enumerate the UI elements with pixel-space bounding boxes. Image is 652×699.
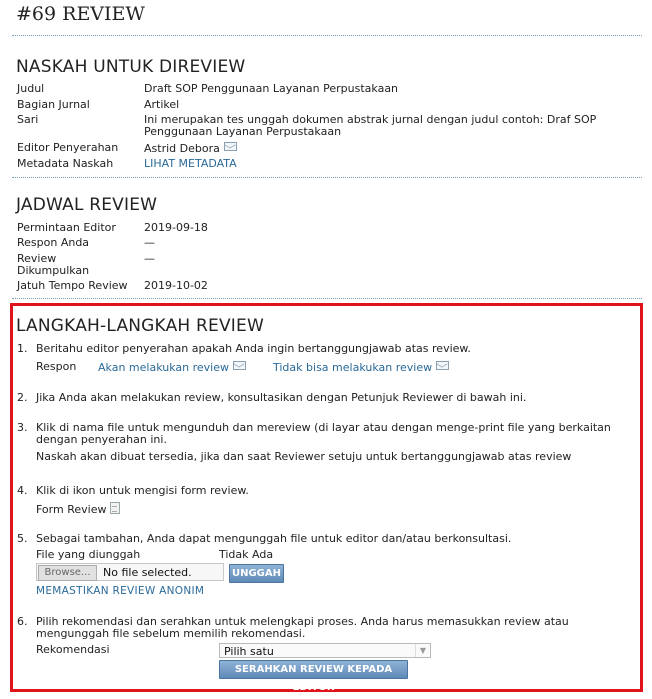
select-value: Pilih satu (224, 645, 274, 658)
ensure-anonymous-review-link[interactable]: MEMASTIKAN REVIEW ANONIM (36, 585, 204, 597)
value-bagian-jurnal: Artikel (144, 98, 180, 111)
decline-review-link-wrap: Tidak bisa melakukan review (273, 361, 450, 374)
document-icon[interactable] (110, 502, 121, 514)
email-icon[interactable] (232, 361, 246, 370)
value-sari: Ini merupakan tes unggah dokumen abstrak… (144, 113, 597, 138)
label-respon-anda: Respon Anda (17, 236, 90, 249)
step-text: Beritahu editor penyerahan apakah Anda i… (36, 342, 471, 355)
form-review-label: Form Review (36, 503, 107, 516)
step-number: 2. (17, 391, 28, 404)
step-3-note: Naskah akan dibuat tersedia, jika dan sa… (36, 450, 572, 463)
email-icon[interactable] (223, 142, 237, 151)
uploaded-file-value: Tidak Ada (219, 548, 274, 561)
accept-review-link[interactable]: Akan melakukan review (98, 361, 229, 374)
step-number: 1. (17, 342, 28, 355)
form-review-wrap: Form Review (36, 502, 121, 516)
respon-label: Respon (36, 360, 77, 373)
value-review-dikumpulkan: — (144, 252, 155, 265)
step-text: Pilih rekomendasi dan serahkan untuk mel… (36, 615, 569, 640)
accept-review-link-wrap: Akan melakukan review (98, 361, 246, 374)
step-text: Klik di ikon untuk mengisi form review. (36, 484, 249, 497)
label-sari: Sari (17, 113, 39, 126)
label-judul: Judul (17, 82, 45, 95)
value-respon-anda: — (144, 236, 155, 249)
section-title-jadwal: JADWAL REVIEW (16, 195, 158, 215)
browse-button[interactable]: Browse... (38, 565, 97, 581)
recommendation-label: Rekomendasi (36, 643, 110, 656)
section-title-langkah: LANGKAH-LANGKAH REVIEW (16, 316, 264, 336)
submit-review-button[interactable]: SERAHKAN REVIEW KEPADA EDITOR (219, 660, 408, 693)
step-number: 5. (17, 532, 28, 545)
step-number: 4. (17, 484, 28, 497)
label-permintaan-editor: Permintaan Editor (17, 221, 116, 234)
label-bagian-jurnal: Bagian Jurnal (17, 98, 90, 111)
view-metadata-link[interactable]: LIHAT METADATA (144, 158, 624, 170)
step-number: 6. (17, 615, 28, 628)
divider (12, 298, 642, 299)
uploaded-file-label: File yang diunggah (36, 548, 141, 561)
value-editor-name: Astrid Debora (144, 142, 220, 155)
step-text: Klik di nama file untuk mengunduh dan me… (36, 421, 611, 446)
editor-field: Astrid Debora (144, 142, 624, 155)
value-judul: Draft SOP Penggunaan Layanan Perpustakaa… (144, 82, 399, 95)
file-status: No file selected. (103, 566, 192, 579)
email-icon[interactable] (436, 361, 450, 370)
file-input[interactable]: Browse... No file selected. (36, 563, 224, 581)
label-review-dikumpulkan: Review Dikumpulkan (17, 252, 90, 277)
divider (12, 35, 642, 36)
step-text: Sebagai tambahan, Anda dapat mengunggah … (36, 532, 512, 545)
decline-review-link[interactable]: Tidak bisa melakukan review (273, 361, 432, 374)
label-editor-penyerahan: Editor Penyerahan (17, 141, 119, 154)
value-permintaan-editor: 2019-09-18 (144, 221, 208, 234)
label-jatuh-tempo: Jatuh Tempo Review (17, 279, 128, 292)
label-metadata: Metadata Naskah (17, 157, 114, 170)
step-number: 3. (17, 421, 28, 434)
chevron-down-icon: ▼ (415, 644, 430, 657)
recommendation-select[interactable]: Pilih satu ▼ (219, 643, 431, 658)
divider (12, 177, 642, 178)
value-jatuh-tempo: 2019-10-02 (144, 279, 208, 292)
step-text: Jika Anda akan melakukan review, konsult… (36, 391, 527, 404)
upload-button[interactable]: UNGGAH (229, 564, 284, 583)
page-title: #69 REVIEW (16, 3, 145, 25)
section-title-naskah: NASKAH UNTUK DIREVIEW (16, 57, 246, 77)
